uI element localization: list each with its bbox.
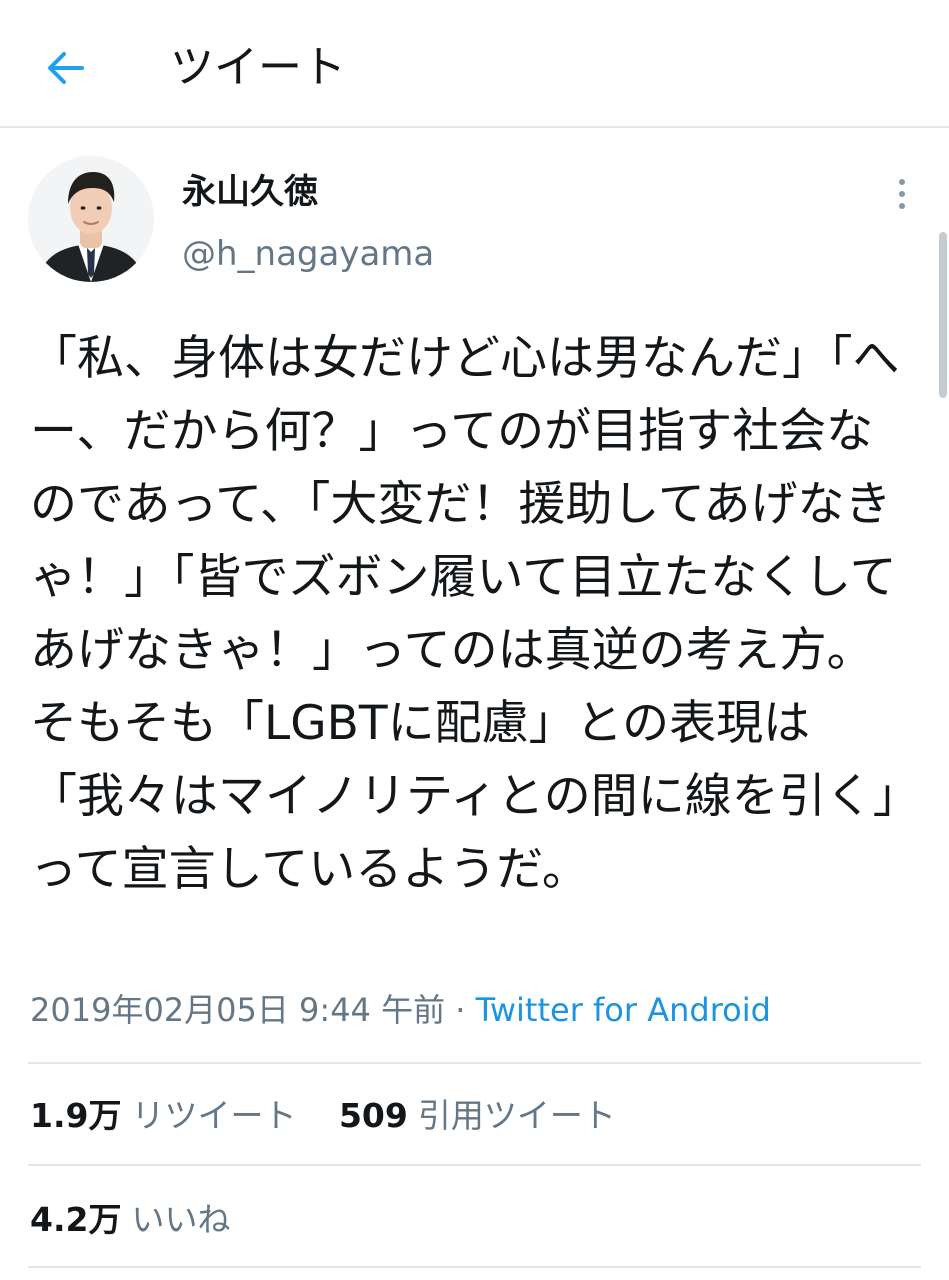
divider [28, 1266, 921, 1268]
page-title: ツイート [170, 42, 346, 93]
author-display-name[interactable]: 永山久徳 [182, 170, 318, 214]
arrow-left-icon [48, 52, 84, 84]
meta-separator: · [455, 991, 466, 1029]
quote-count: 509 [338, 1096, 408, 1135]
likes-stats-row: 4.2万 いいね [30, 1198, 230, 1242]
retweet-stats-row: 1.9万 リツイート 509 引用ツイート [30, 1094, 616, 1138]
quotes-stat[interactable]: 509 引用ツイート [339, 1094, 616, 1138]
top-bar: ツイート [0, 0, 949, 128]
tweet-timestamp[interactable]: 2019年02月05日 9:44 午前 [30, 991, 445, 1029]
tweet-meta: 2019年02月05日 9:44 午前 · Twitter for Androi… [30, 988, 771, 1032]
divider [28, 1062, 921, 1064]
retweets-stat[interactable]: 1.9万 リツイート [30, 1094, 296, 1138]
profile-photo-icon [28, 156, 154, 282]
divider [28, 1164, 921, 1166]
retweet-label: リツイート [131, 1096, 297, 1135]
scrollbar[interactable] [939, 232, 947, 398]
like-count: 4.2万 [30, 1200, 122, 1239]
quote-label: 引用ツイート [417, 1096, 616, 1135]
retweet-count: 1.9万 [30, 1096, 122, 1135]
more-options-button[interactable] [884, 172, 920, 216]
tweet-source-link[interactable]: Twitter for Android [476, 991, 771, 1029]
more-dots-icon [899, 179, 905, 185]
avatar[interactable] [28, 156, 154, 282]
tweet-text: 「私、身体は女だけど心は男なんだ」「へー、だから何？」ってのが目指す社会なのであ… [30, 331, 920, 897]
back-button[interactable] [38, 40, 94, 96]
like-label: いいね [131, 1200, 231, 1239]
author-handle[interactable]: @h_nagayama [182, 232, 434, 276]
likes-stat[interactable]: 4.2万 いいね [30, 1198, 230, 1242]
